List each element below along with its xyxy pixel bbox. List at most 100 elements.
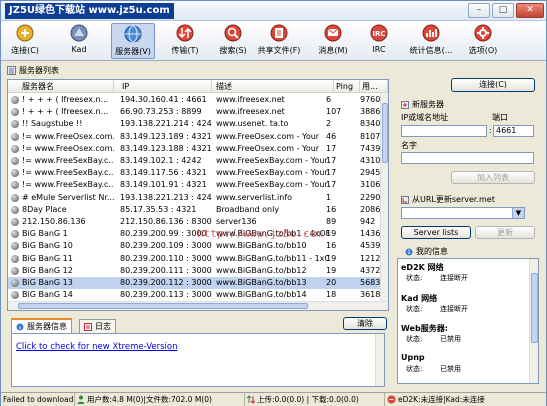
column-ping[interactable]: Ping xyxy=(334,80,360,93)
tab-log[interactable]: 日志 xyxy=(79,319,116,333)
table-cell: BiG BanG 10 xyxy=(22,241,73,251)
title-bar: JZ5U绿色下载站 www.jz5u.com – □ ✕ xyxy=(1,1,546,21)
log-icon xyxy=(84,322,92,331)
table-cell: 8Day Place xyxy=(22,204,67,214)
users-icon xyxy=(77,395,85,404)
ed2k-network-heading: eD2K 网络 xyxy=(401,263,444,272)
log-scrollbar[interactable] xyxy=(375,334,384,386)
table-row[interactable]: BiG BanG 12 80.239.200.111 : 3000 www.BiGB… xyxy=(8,265,384,277)
toolbar-label: 传输(T) xyxy=(171,46,199,55)
table-row[interactable]: != www.FreeSexBay.c... 83.149.102.1 : 424… xyxy=(8,155,384,167)
table-row[interactable]: != www.FreeSexBay.c... 83.149.117.56 : 43… xyxy=(8,167,384,179)
tab-server-info[interactable]: 服务器信息 xyxy=(11,318,72,333)
table-row[interactable]: ! + + + ( Ifreesex.n... 194.30.160.41 : 4… xyxy=(8,94,384,106)
connect-button[interactable]: 连接(C) xyxy=(451,78,535,92)
table-cell: 193.138.221.214 : 4242 xyxy=(120,119,212,129)
table-row[interactable]: BiG BanG 13 80.239.200.112 : 3000 www.BiGB… xyxy=(8,277,384,289)
chevron-down-icon[interactable]: ▼ xyxy=(512,208,524,218)
web-server-status-value: 已禁用 xyxy=(440,335,461,343)
scrollbar-thumb[interactable] xyxy=(382,103,388,163)
toolbar-label: 搜索(S) xyxy=(219,46,247,55)
server-status-icon xyxy=(11,120,19,129)
table-cell: www.BiGBanG.to/bb10 xyxy=(216,241,307,251)
table-row[interactable]: != www.FreeOsex.com... 83.149.123.189 : 4… xyxy=(8,131,384,143)
table-cell: 2 xyxy=(326,119,332,129)
status-message: Failed to download a xyxy=(3,393,75,406)
table-cell: 66.90.73.253 : 8899 xyxy=(120,107,202,117)
server-info-log: Click to check for new Xtreme-Version xyxy=(11,333,385,387)
table-row[interactable]: 8Day Place 85.17.35.53 : 4321 Broadband on… xyxy=(8,204,384,216)
table-cell: 80.239.200.109 : 3000 xyxy=(120,241,212,251)
table-cell: 83.149.123.188 : 4321 xyxy=(120,143,212,153)
server-list-horizontal-scrollbar[interactable] xyxy=(8,301,388,310)
table-cell: != www.FreeSexBay.c... xyxy=(22,168,114,178)
table-row[interactable]: ! + + + ( Ifreesex.n... 66.90.73.253 : 88… xyxy=(8,106,384,118)
toolbar-messages-button[interactable]: 消息(M) xyxy=(311,23,355,59)
minimize-button[interactable]: – xyxy=(468,3,490,18)
status-users-files: 用户数:4.8 M(0)|文件数:702.0 M(0) xyxy=(75,393,245,406)
window-controls: – □ ✕ xyxy=(468,3,544,18)
toolbar-connect-button[interactable]: 连接(C) xyxy=(3,23,47,59)
update-button[interactable]: 更新 xyxy=(475,226,535,239)
table-cell: 80.239.200.111 : 3000 xyxy=(120,265,212,275)
table-cell: 83.149.117.56 : 4321 xyxy=(120,168,207,178)
server-lists-button[interactable]: Server lists xyxy=(401,226,471,239)
table-row[interactable]: BiG BanG 11 80.239.200.110 : 3000 www.BiGB… xyxy=(8,253,384,265)
server-name-input[interactable] xyxy=(401,152,534,164)
toolbar-transfer-button[interactable]: 传输(T) xyxy=(163,23,207,59)
table-cell: 19 xyxy=(326,229,337,239)
server-status-icon xyxy=(11,266,19,275)
toolbar-search-button[interactable]: 搜索(S) xyxy=(211,23,255,59)
close-button[interactable]: ✕ xyxy=(516,3,544,18)
new-server-label: 新服务器 xyxy=(412,100,444,109)
scrollbar-thumb[interactable] xyxy=(531,273,538,343)
add-to-list-button[interactable]: 加入列表 xyxy=(451,171,535,184)
web-server-heading: Web服务器: xyxy=(401,324,448,333)
table-row[interactable]: != www.FreeOsex.com... 83.149.123.188 : 4… xyxy=(8,143,384,155)
toolbar-statistics-button[interactable]: 统计信息(... xyxy=(405,23,457,59)
column-description[interactable]: 描述 xyxy=(212,80,334,93)
my-info-scrollbar[interactable] xyxy=(529,259,538,383)
toolbar-options-button[interactable]: 选项(O) xyxy=(461,23,505,59)
ip-address-label: IP或域名地址 xyxy=(401,113,449,122)
search-icon xyxy=(224,24,242,42)
toolbar-kad-button[interactable]: Kad xyxy=(57,23,101,59)
scrollbar-thumb[interactable] xyxy=(18,303,308,309)
toolbar-servers-button[interactable]: 服务器(V) xyxy=(111,23,155,59)
table-row[interactable]: BiG BanG 10 80.239.200.109 : 3000 www.BiGB… xyxy=(8,240,384,252)
server-status-icon xyxy=(11,218,19,226)
server-list-vertical-scrollbar[interactable] xyxy=(380,93,388,302)
table-cell: 17 xyxy=(326,180,337,190)
table-row[interactable]: != www.FreeSexBay.c... 83.149.101.91 : 43… xyxy=(8,179,384,191)
column-ip[interactable]: IP xyxy=(114,80,212,93)
server-met-url-combo[interactable]: ▼ xyxy=(401,207,525,219)
table-cell: !! Saugstube !! xyxy=(22,119,83,129)
table-cell: www.FreeSexBay.com - Your xyxy=(216,168,328,178)
column-server-name[interactable]: 服务器名 xyxy=(8,80,114,93)
table-row[interactable]: !! Saugstube !! 193.138.221.214 : 4242 www… xyxy=(8,118,384,130)
table-cell: BiG BanG 14 xyxy=(22,290,73,300)
table-cell: www.FreeOsex.com - Your xyxy=(216,143,320,153)
table-row[interactable]: # eMule Serverlist Nr... 193.138.221.213 … xyxy=(8,192,384,204)
toolbar-label: Kad xyxy=(71,45,87,54)
table-cell: != www.FreeOsex.com... xyxy=(22,131,114,141)
toolbar-label: 统计信息(... xyxy=(409,46,453,55)
check-version-link[interactable]: Click to check for new Xtreme-Version xyxy=(16,342,177,352)
maximize-button[interactable]: □ xyxy=(492,3,514,18)
column-users[interactable]: 用... xyxy=(360,80,388,93)
table-row[interactable]: 212.150.86.136 212.150.86.136 : 8300 serve… xyxy=(8,216,380,228)
table-cell: 83.149.123.189 : 4321 xyxy=(120,131,212,141)
table-cell: != www.FreeSexBay.c... xyxy=(22,180,114,190)
toolbar-shared-files-button[interactable]: 共享文件(F) xyxy=(257,23,301,59)
port-input[interactable]: 4661 xyxy=(493,125,534,137)
clear-button[interactable]: 清除 xyxy=(343,317,387,330)
table-row[interactable]: BiG BanG 1 80.239.200.99 : 3000 www.BiGBan… xyxy=(8,228,384,240)
ip-address-input[interactable] xyxy=(401,125,487,137)
toolbar-irc-button[interactable]: IRC IRC xyxy=(357,23,401,59)
table-row[interactable]: BiG BanG 14 80.239.200.113 : 3000 www.BiGB… xyxy=(8,289,384,301)
table-cell: 194.30.160.41 : 4661 xyxy=(120,95,207,104)
url-update-group-label: 从URL更新server.met xyxy=(401,194,495,205)
table-cell: # eMule Serverlist Nr... xyxy=(22,192,114,202)
server-status-icon xyxy=(11,193,19,202)
server-status-icon xyxy=(11,96,19,104)
